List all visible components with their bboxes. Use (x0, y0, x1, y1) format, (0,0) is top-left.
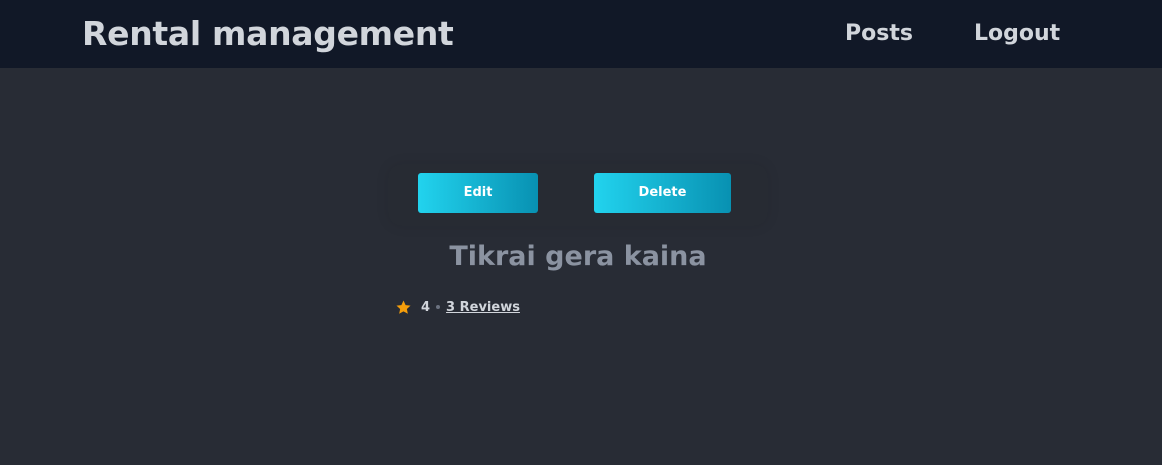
rating-summary: 4 3 Reviews (395, 297, 520, 317)
app-title[interactable]: Rental management (82, 13, 454, 55)
post-title: Tikrai gera kaina (449, 241, 707, 272)
separator-dot (436, 305, 441, 309)
reviews-link[interactable]: 3 Reviews (446, 300, 520, 315)
nav-link-logout[interactable]: Logout (974, 19, 1060, 49)
edit-button[interactable]: Edit (418, 173, 538, 213)
navbar: Rental management Posts Logout (0, 0, 1162, 68)
rating-value: 4 (421, 299, 431, 315)
star-icon (395, 299, 412, 316)
delete-button[interactable]: Delete (594, 173, 731, 213)
nav-link-posts[interactable]: Posts (845, 19, 913, 49)
